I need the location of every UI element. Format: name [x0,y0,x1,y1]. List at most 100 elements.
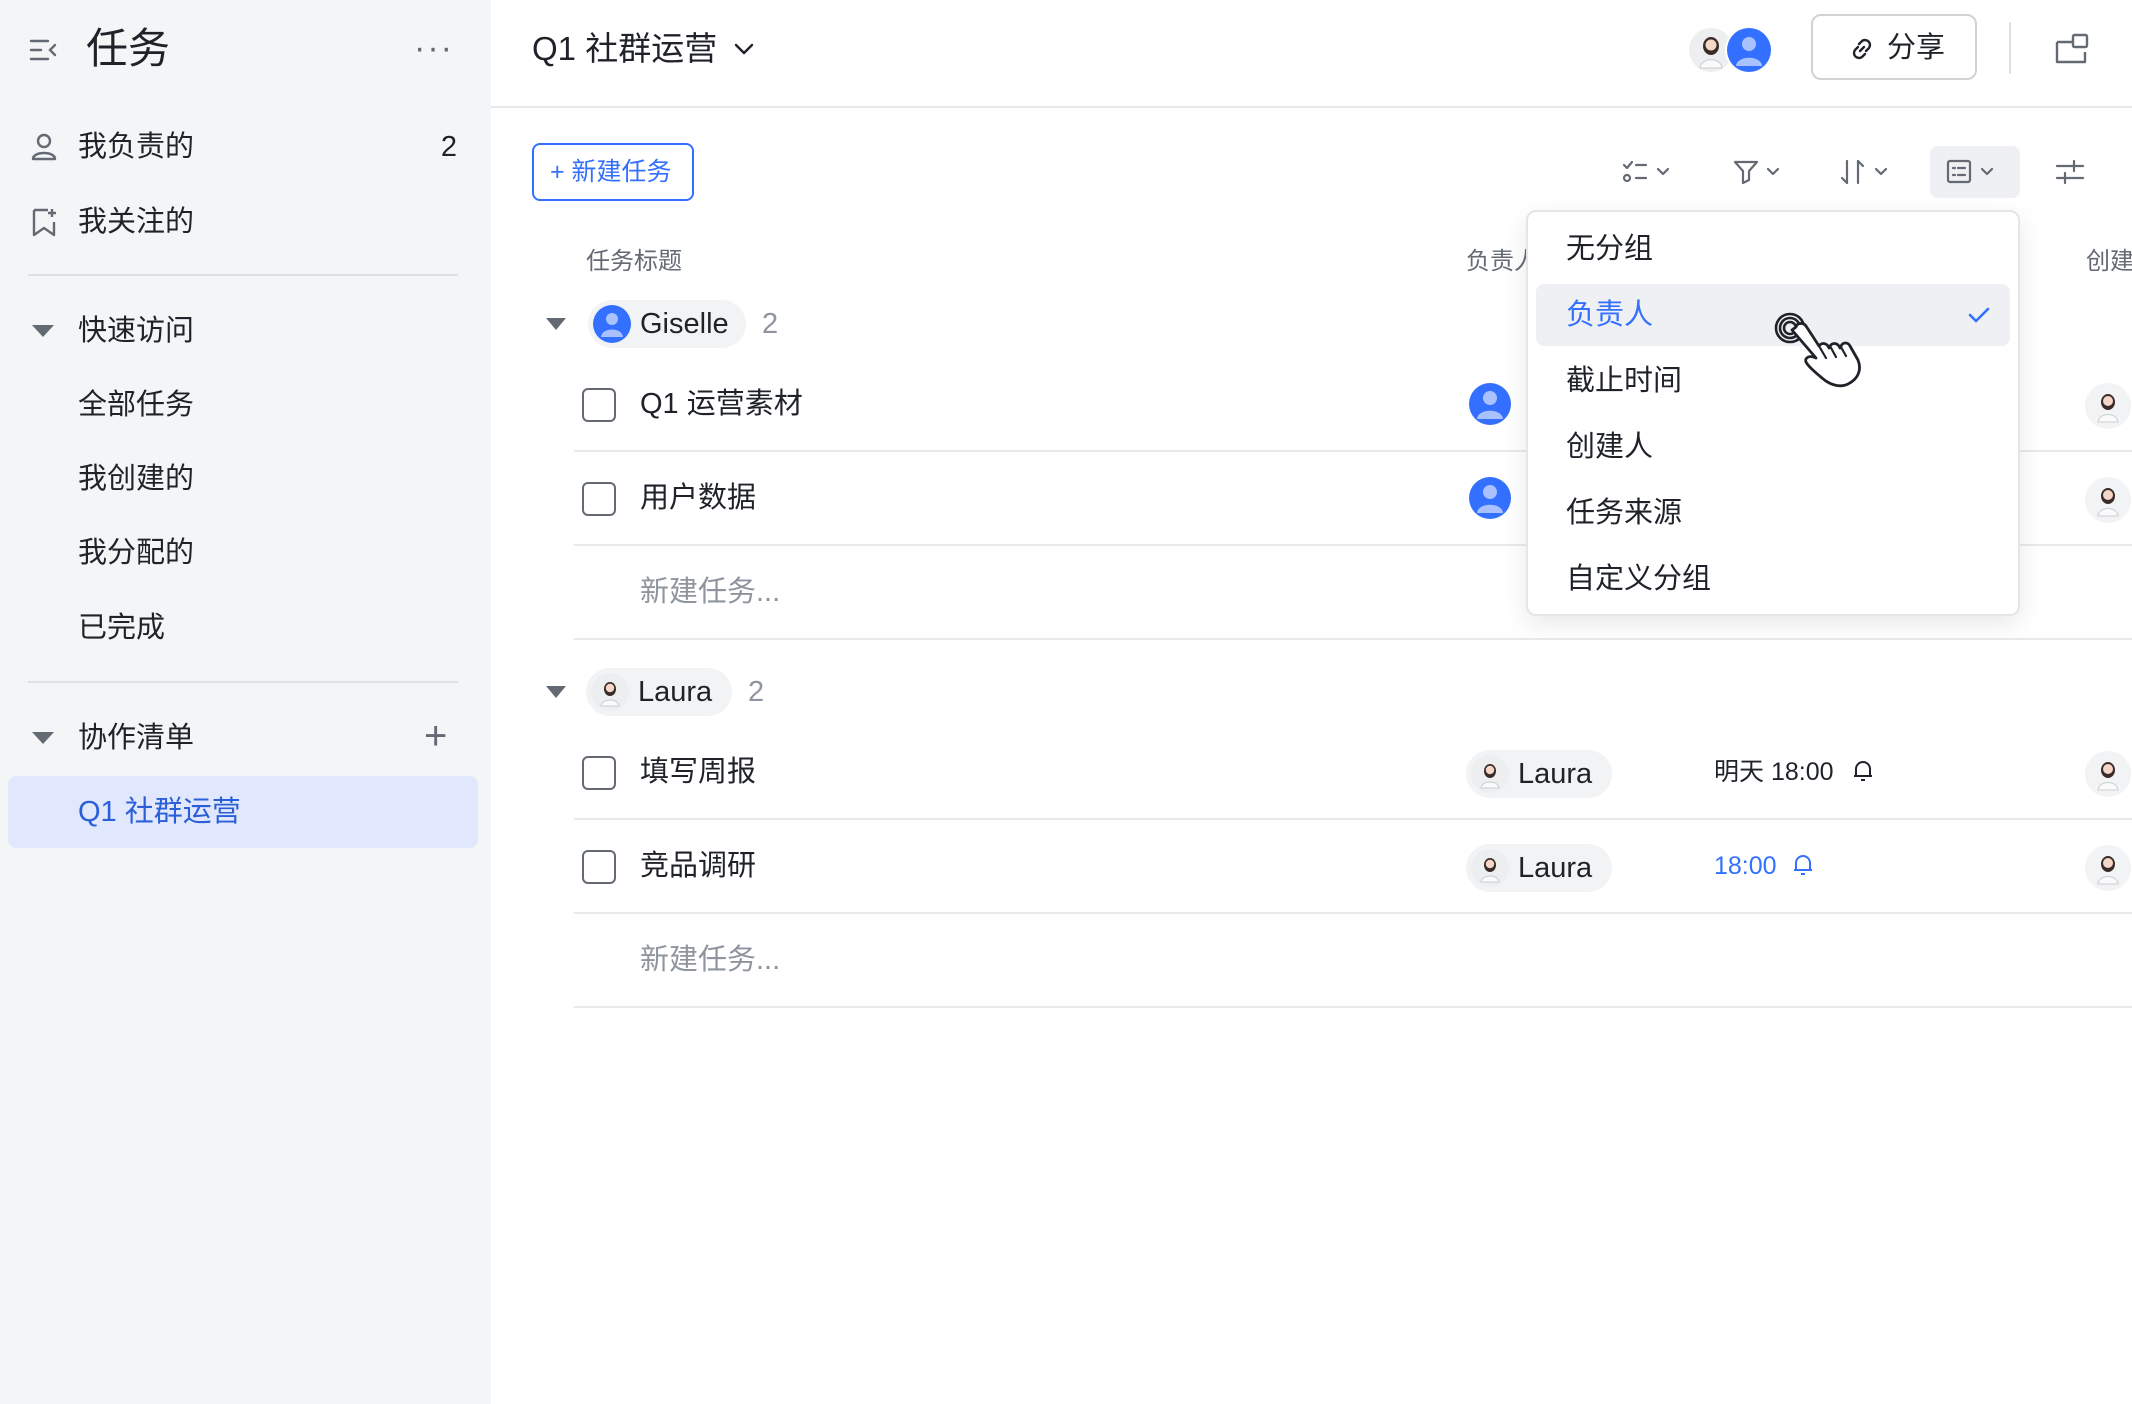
person-icon [31,133,57,161]
creator-avatar[interactable] [2084,750,2132,798]
header-divider [2009,22,2011,74]
menu-item-task-source[interactable]: 任务来源 [1536,482,2010,544]
column-header-creator: 创建人 [2086,248,2132,275]
task-checkbox[interactable] [582,850,616,884]
menu-item-custom-group[interactable]: 自定义分组 [1536,548,2010,610]
link-icon [1852,38,1872,60]
sidebar-divider [28,274,458,276]
more-options-icon[interactable]: ··· [414,28,454,68]
menu-item-label: 负责人 [1566,299,1654,331]
share-button[interactable]: 分享 [1811,14,1977,80]
sidebar-item-label: 全部任务 [78,389,195,421]
assignee-pill[interactable]: Laura [1466,844,1612,892]
group-assignee-pill: Laura [586,668,732,716]
quick-access-section[interactable]: 快速访问 [0,298,491,364]
sidebar-item-count: 2 [440,131,457,163]
member-avatars[interactable] [1687,24,1777,76]
due-date[interactable]: 明天 18:00 [1714,755,1834,789]
sidebar-item-active-project[interactable]: Q1 社群运营 [8,776,478,848]
menu-item-label: 任务来源 [1566,497,1683,529]
creator-avatar[interactable] [2084,844,2132,892]
sidebar-item-label: 已完成 [78,612,166,644]
group-count: 2 [748,676,765,708]
menu-item-creator[interactable]: 创建人 [1536,416,2010,478]
table-row[interactable]: 竞品调研 Laura 18:00 [574,820,2132,914]
new-task-button[interactable]: + 新建任务 [532,143,694,201]
avatar [1471,755,1509,793]
menu-item-label: 创建人 [1566,431,1654,463]
sort-icon [1840,159,1888,185]
subtask-filter-tool[interactable] [1616,146,1680,198]
settings-sliders-icon [2055,159,2085,185]
group-header-laura[interactable]: Laura 2 [530,660,790,720]
assignee-name: Laura [1518,852,1593,884]
menu-item-no-group[interactable]: 无分组 [1536,218,2010,280]
avatar [593,305,631,343]
creator-avatar[interactable] [2084,382,2132,430]
column-header-title: 任务标题 [586,248,682,275]
group-count: 2 [762,308,779,340]
group-by-menu: 无分组 负责人 截止时间 创建人 任务来源 自定义分组 [1526,210,2020,616]
open-window-icon[interactable] [2053,30,2091,68]
group-assignee-pill: Giselle [588,300,746,348]
subtask-icon [1622,160,1670,183]
collapse-sidebar-icon[interactable] [28,34,60,66]
sidebar-item-completed[interactable]: 已完成 [0,595,491,661]
assignee-avatar[interactable] [1468,382,1512,426]
due-date[interactable]: 18:00 [1714,849,1777,883]
table-row[interactable]: 填写周报 Laura 明天 18:00 [574,726,2132,820]
sidebar-item-label: 我创建的 [78,463,195,495]
task-checkbox[interactable] [582,756,616,790]
column-header-assignee: 负责人 [1466,248,1528,275]
task-title[interactable]: 竞品调研 [640,847,756,885]
project-title[interactable]: Q1 社群运营 [532,27,717,71]
settings-tool[interactable] [2050,146,2090,198]
group-header-giselle[interactable]: Giselle 2 [530,292,790,352]
avatar-giselle [1725,26,1773,74]
sidebar-item-label: 我关注的 [78,206,195,238]
sidebar-item-label: 我分配的 [78,537,195,569]
assignee-avatar[interactable] [1468,476,1512,520]
avatar [1471,849,1509,887]
check-icon [1968,307,1990,323]
sidebar-item-my-responsible[interactable]: 我负责的 2 [0,114,491,180]
sidebar-item-label: 我负责的 [78,131,195,163]
new-task-placeholder[interactable]: 新建任务... [640,573,780,611]
top-bar: Q1 社群运营 分享 [491,0,2132,108]
creator-avatar[interactable] [2084,476,2132,524]
task-title[interactable]: 填写周报 [640,753,756,791]
task-title[interactable]: Q1 运营素材 [640,385,803,423]
assignee-pill[interactable]: Laura [1466,750,1612,798]
menu-item-label: 截止时间 [1566,365,1683,397]
sidebar-item-following[interactable]: 我关注的 [0,189,491,255]
group-view-tool[interactable] [1930,146,2020,198]
avatar [591,673,629,711]
group-name: Laura [638,676,713,708]
collapse-triangle-icon [32,732,54,744]
collab-list-section[interactable]: 协作清单 + [0,705,491,771]
filter-icon [1733,160,1780,185]
sidebar-item-label: Q1 社群运营 [78,796,241,828]
menu-item-label: 无分组 [1566,233,1654,265]
new-task-placeholder[interactable]: 新建任务... [640,941,780,979]
new-task-row[interactable]: 新建任务... [574,914,2132,1008]
sidebar: 任务 ··· 我负责的 2 我关注的 快速访问 全部任务 我创建的 我分配的 已… [0,0,491,1404]
sort-tool[interactable] [1834,146,1898,198]
sidebar-item-assigned-by-me[interactable]: 我分配的 [0,520,491,586]
task-checkbox[interactable] [582,482,616,516]
section-label: 快速访问 [78,315,195,347]
section-label: 协作清单 [78,722,195,754]
task-title[interactable]: 用户数据 [640,479,756,517]
bell-icon [1854,761,1872,781]
chevron-down-icon[interactable] [731,36,757,62]
hand-cursor-icon [1774,312,1861,388]
sidebar-title: 任务 [86,25,171,72]
add-list-icon[interactable]: + [424,714,447,758]
sidebar-item-created-by-me[interactable]: 我创建的 [0,446,491,512]
task-checkbox[interactable] [582,388,616,422]
collapse-triangle-icon [32,325,54,337]
sidebar-item-all-tasks[interactable]: 全部任务 [0,372,491,438]
assignee-name: Laura [1518,758,1593,790]
collapse-triangle-icon [546,318,566,330]
filter-tool[interactable] [1726,146,1790,198]
